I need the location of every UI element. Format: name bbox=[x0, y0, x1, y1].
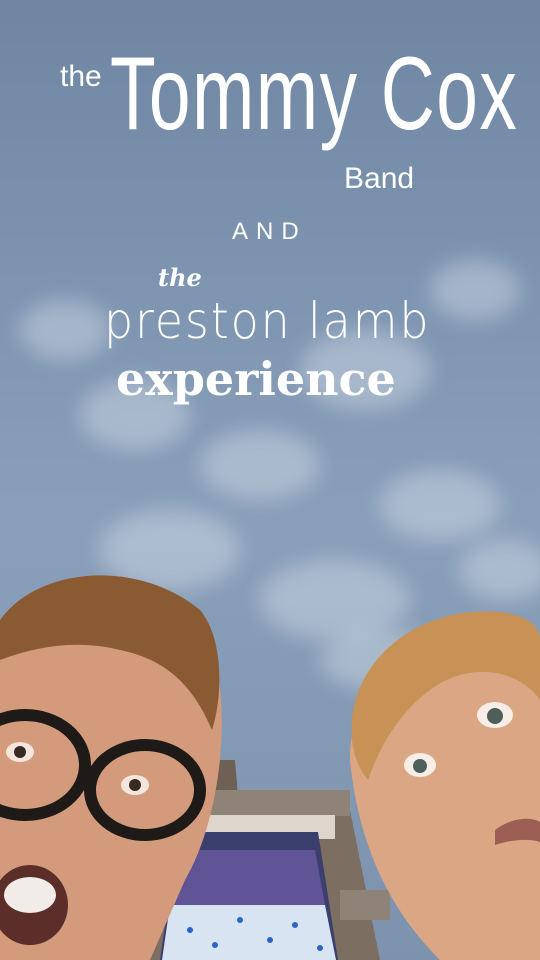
title-prefix-the: the bbox=[60, 60, 102, 93]
poster-background: the Tommy Cox Band AND the preston lamb … bbox=[0, 0, 540, 960]
conjunction-and: AND bbox=[232, 218, 307, 245]
band-name-tommy-cox: Tommy Cox bbox=[110, 36, 519, 152]
act-name-experience: experience bbox=[116, 352, 396, 406]
subtitle-prefix-the: the bbox=[158, 263, 202, 292]
act-name-preston-lamb: preston lamb bbox=[104, 292, 431, 350]
band-suffix: Band bbox=[344, 162, 415, 195]
